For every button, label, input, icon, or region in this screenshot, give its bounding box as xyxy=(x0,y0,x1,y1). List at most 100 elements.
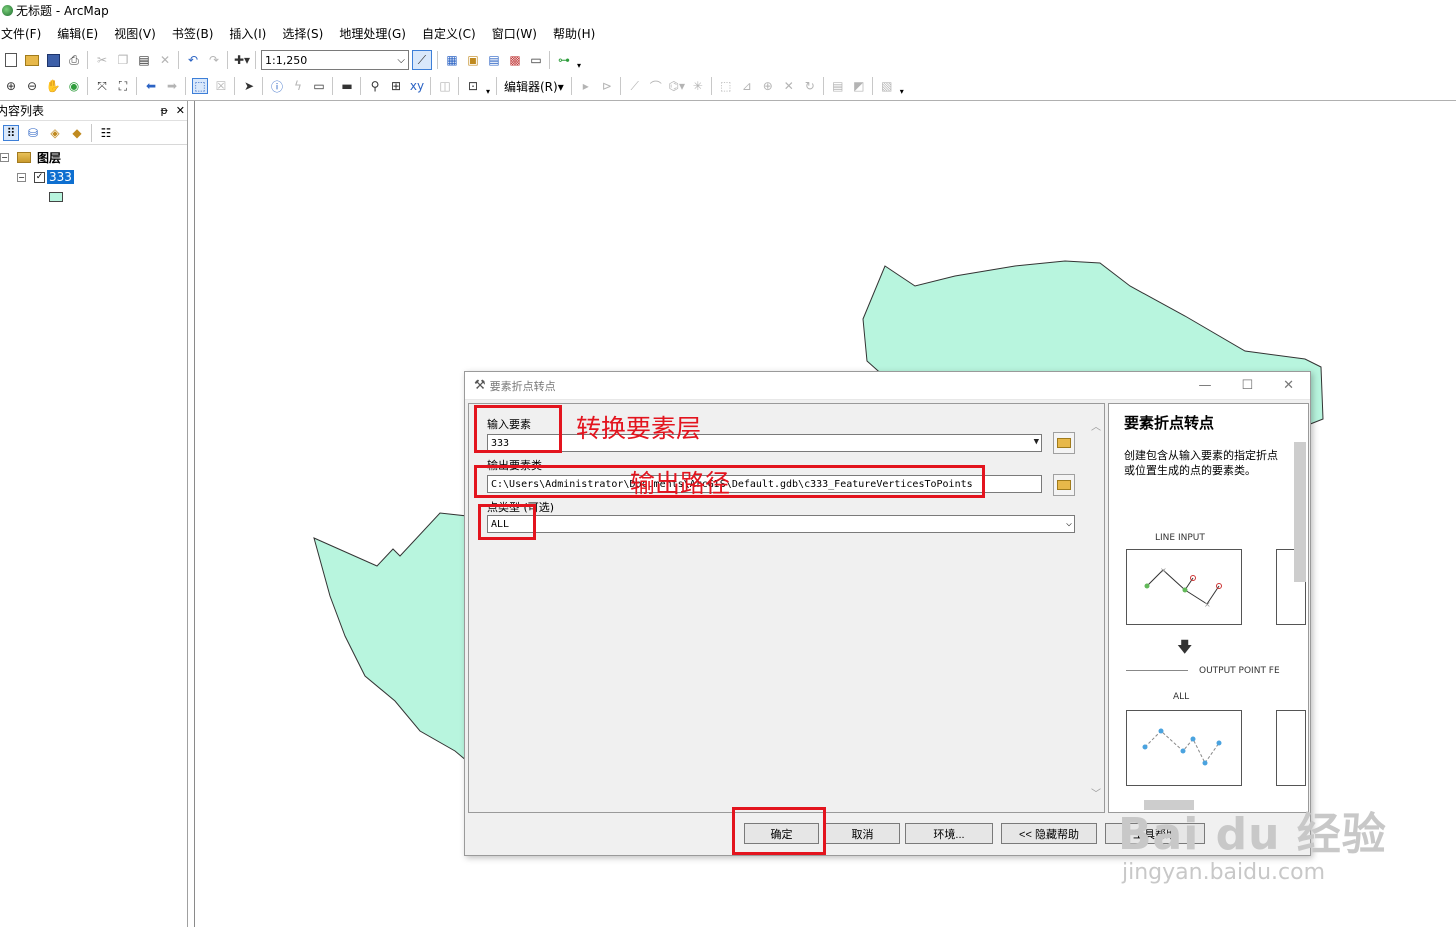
zoom-in-icon[interactable]: ⊕ xyxy=(3,78,19,94)
menu-insert[interactable]: 插入(I) xyxy=(228,25,274,42)
scroll-up-icon[interactable]: ︿ xyxy=(1091,418,1101,433)
undo-icon[interactable]: ↶ xyxy=(185,52,201,68)
trace-icon[interactable]: ⌬▾ xyxy=(668,78,685,94)
help-vertical-scrollbar[interactable] xyxy=(1294,418,1306,778)
parameters-scrollbar[interactable]: ︿ ﹀ xyxy=(1088,404,1104,812)
forward-arrow-icon[interactable]: ➡ xyxy=(164,78,180,94)
edit-annotation-icon[interactable]: ⊳ xyxy=(599,78,615,94)
menu-bookmarks[interactable]: 书签(B) xyxy=(171,25,222,42)
polygon-feature-south[interactable] xyxy=(313,512,468,763)
pan-icon[interactable]: ✋ xyxy=(45,78,61,94)
dialog-title-bar[interactable]: ⚒ 要素折点转点 — ☐ ✕ xyxy=(465,372,1310,400)
clear-selection-icon[interactable]: ☒ xyxy=(213,78,229,94)
time-slider-icon[interactable]: ◫ xyxy=(437,78,453,94)
back-arrow-icon[interactable]: ⬅ xyxy=(143,78,159,94)
close-icon[interactable]: ✕ xyxy=(176,104,185,117)
menu-customize[interactable]: 自定义(C) xyxy=(421,25,484,42)
close-icon[interactable]: ✕ xyxy=(1283,378,1294,393)
split-icon[interactable]: ✕ xyxy=(781,78,797,94)
viewer-window-icon[interactable]: ⊡ xyxy=(465,78,481,94)
collapse-icon[interactable]: − xyxy=(17,172,26,182)
new-document-icon[interactable] xyxy=(3,52,19,68)
hyperlink-icon[interactable]: ϟ xyxy=(290,78,306,94)
tree-row-layers[interactable]: − 图层 xyxy=(0,149,61,166)
tree-row-symbol[interactable] xyxy=(49,192,63,202)
model-builder-icon[interactable]: ⊶ xyxy=(556,52,572,68)
menu-edit[interactable]: 编辑(E) xyxy=(56,25,106,42)
tree-row-layer-333[interactable]: − ✓ 333 xyxy=(17,170,74,184)
scroll-thumb[interactable] xyxy=(1294,442,1306,582)
chevron-down-icon[interactable]: ▼ xyxy=(1034,437,1039,447)
menu-geoprocessing[interactable]: 地理处理(G) xyxy=(338,25,414,42)
polygon-symbol-swatch[interactable] xyxy=(49,192,63,202)
cancel-button[interactable]: 取消 xyxy=(825,823,900,844)
copy-icon[interactable]: ❐ xyxy=(115,52,131,68)
list-by-drawing-order-icon[interactable]: ⠿ xyxy=(3,124,19,141)
full-extent-icon[interactable]: ◉ xyxy=(66,78,82,94)
find-route-icon[interactable]: ⊞ xyxy=(388,78,404,94)
collapse-icon[interactable]: − xyxy=(0,153,9,162)
scroll-down-icon[interactable]: ﹀ xyxy=(1091,785,1101,800)
chevron-down-icon[interactable]: ⌵ xyxy=(1066,518,1072,529)
go-to-xy-icon[interactable]: xy xyxy=(409,78,425,94)
sketch-properties-icon[interactable]: ◩ xyxy=(851,78,867,94)
straight-segment-icon[interactable]: ⟋ xyxy=(627,78,643,94)
pin-icon[interactable]: ᵽ xyxy=(160,104,167,117)
cut-polygons-icon[interactable]: ⊕ xyxy=(760,78,776,94)
html-popup-icon[interactable]: ▭ xyxy=(311,78,327,94)
layer-name-label[interactable]: 333 xyxy=(47,170,74,184)
end-point-arc-icon[interactable]: ⌒ xyxy=(648,78,664,94)
environments-button[interactable]: 环境... xyxy=(905,823,993,844)
list-by-source-icon[interactable]: ⛁ xyxy=(25,125,41,141)
input-features-combobox[interactable]: 333 ▼ xyxy=(487,434,1042,452)
minimize-icon[interactable]: — xyxy=(1198,378,1211,393)
menu-selection[interactable]: 选择(S) xyxy=(281,25,331,42)
menu-help[interactable]: 帮助(H) xyxy=(552,25,603,42)
list-by-visibility-icon[interactable]: ◈ xyxy=(47,125,63,141)
menu-file[interactable]: 文件(F) xyxy=(0,25,49,42)
point-type-combobox[interactable]: ALL ⌵ xyxy=(487,515,1075,533)
toolbar-options-icon[interactable]: ▾ xyxy=(576,50,582,70)
edit-vertices-icon[interactable]: ⬚ xyxy=(718,78,734,94)
table-of-contents-icon[interactable]: ▦ xyxy=(444,52,460,68)
point-icon[interactable]: ✳ xyxy=(690,78,706,94)
hide-help-button[interactable]: << 隐藏帮助 xyxy=(1001,823,1097,844)
paste-icon[interactable]: ▤ xyxy=(136,52,152,68)
reshape-icon[interactable]: ⊿ xyxy=(739,78,755,94)
toolbar-options-icon[interactable]: ▾ xyxy=(485,76,491,96)
edit-tool-icon[interactable]: ▸ xyxy=(578,78,594,94)
measure-icon[interactable]: ▬ xyxy=(339,78,355,94)
maximize-icon[interactable]: ☐ xyxy=(1241,378,1253,393)
catalog-icon[interactable]: ▣ xyxy=(465,52,481,68)
attributes-icon[interactable]: ▤ xyxy=(830,78,846,94)
select-features-icon[interactable]: ⬚ xyxy=(192,78,208,94)
open-folder-icon[interactable] xyxy=(24,52,40,68)
search-window-icon[interactable]: ▤ xyxy=(486,52,502,68)
map-scale-dropdown[interactable]: 1:1,250 ⌵ xyxy=(261,50,409,70)
arctoolbox-icon[interactable]: ▩ xyxy=(507,52,523,68)
layer-visibility-checkbox[interactable]: ✓ xyxy=(34,171,45,183)
redo-icon[interactable]: ↷ xyxy=(206,52,222,68)
cut-icon[interactable]: ✂ xyxy=(94,52,110,68)
add-data-icon[interactable]: ✚▾ xyxy=(234,52,250,68)
save-icon[interactable] xyxy=(45,52,61,68)
identify-icon[interactable]: ⓘ xyxy=(269,78,285,94)
select-elements-icon[interactable]: ➤ xyxy=(241,78,257,94)
fixed-zoom-in-icon[interactable]: ⤧ xyxy=(94,78,110,94)
find-icon[interactable]: ⚲ xyxy=(367,78,383,94)
python-window-icon[interactable]: ▭ xyxy=(528,52,544,68)
editor-toolbar-icon[interactable]: ⟋ xyxy=(412,50,432,70)
menu-view[interactable]: 视图(V) xyxy=(113,25,164,42)
menu-window[interactable]: 窗口(W) xyxy=(491,25,545,42)
browse-input-button[interactable] xyxy=(1053,432,1075,454)
rotate-icon[interactable]: ↻ xyxy=(802,78,818,94)
toolbar-options-icon[interactable]: ▾ xyxy=(899,76,905,96)
list-by-selection-icon[interactable]: ◆ xyxy=(69,125,85,141)
zoom-out-icon[interactable]: ⊖ xyxy=(24,78,40,94)
print-icon[interactable]: ⎙ xyxy=(66,52,82,68)
delete-icon[interactable]: ✕ xyxy=(157,52,173,68)
toc-options-icon[interactable]: ☷ xyxy=(98,125,114,141)
browse-output-button[interactable] xyxy=(1053,474,1075,496)
fixed-zoom-out-icon[interactable]: ⛶ xyxy=(115,78,131,94)
create-features-icon[interactable]: ▧ xyxy=(879,78,895,94)
